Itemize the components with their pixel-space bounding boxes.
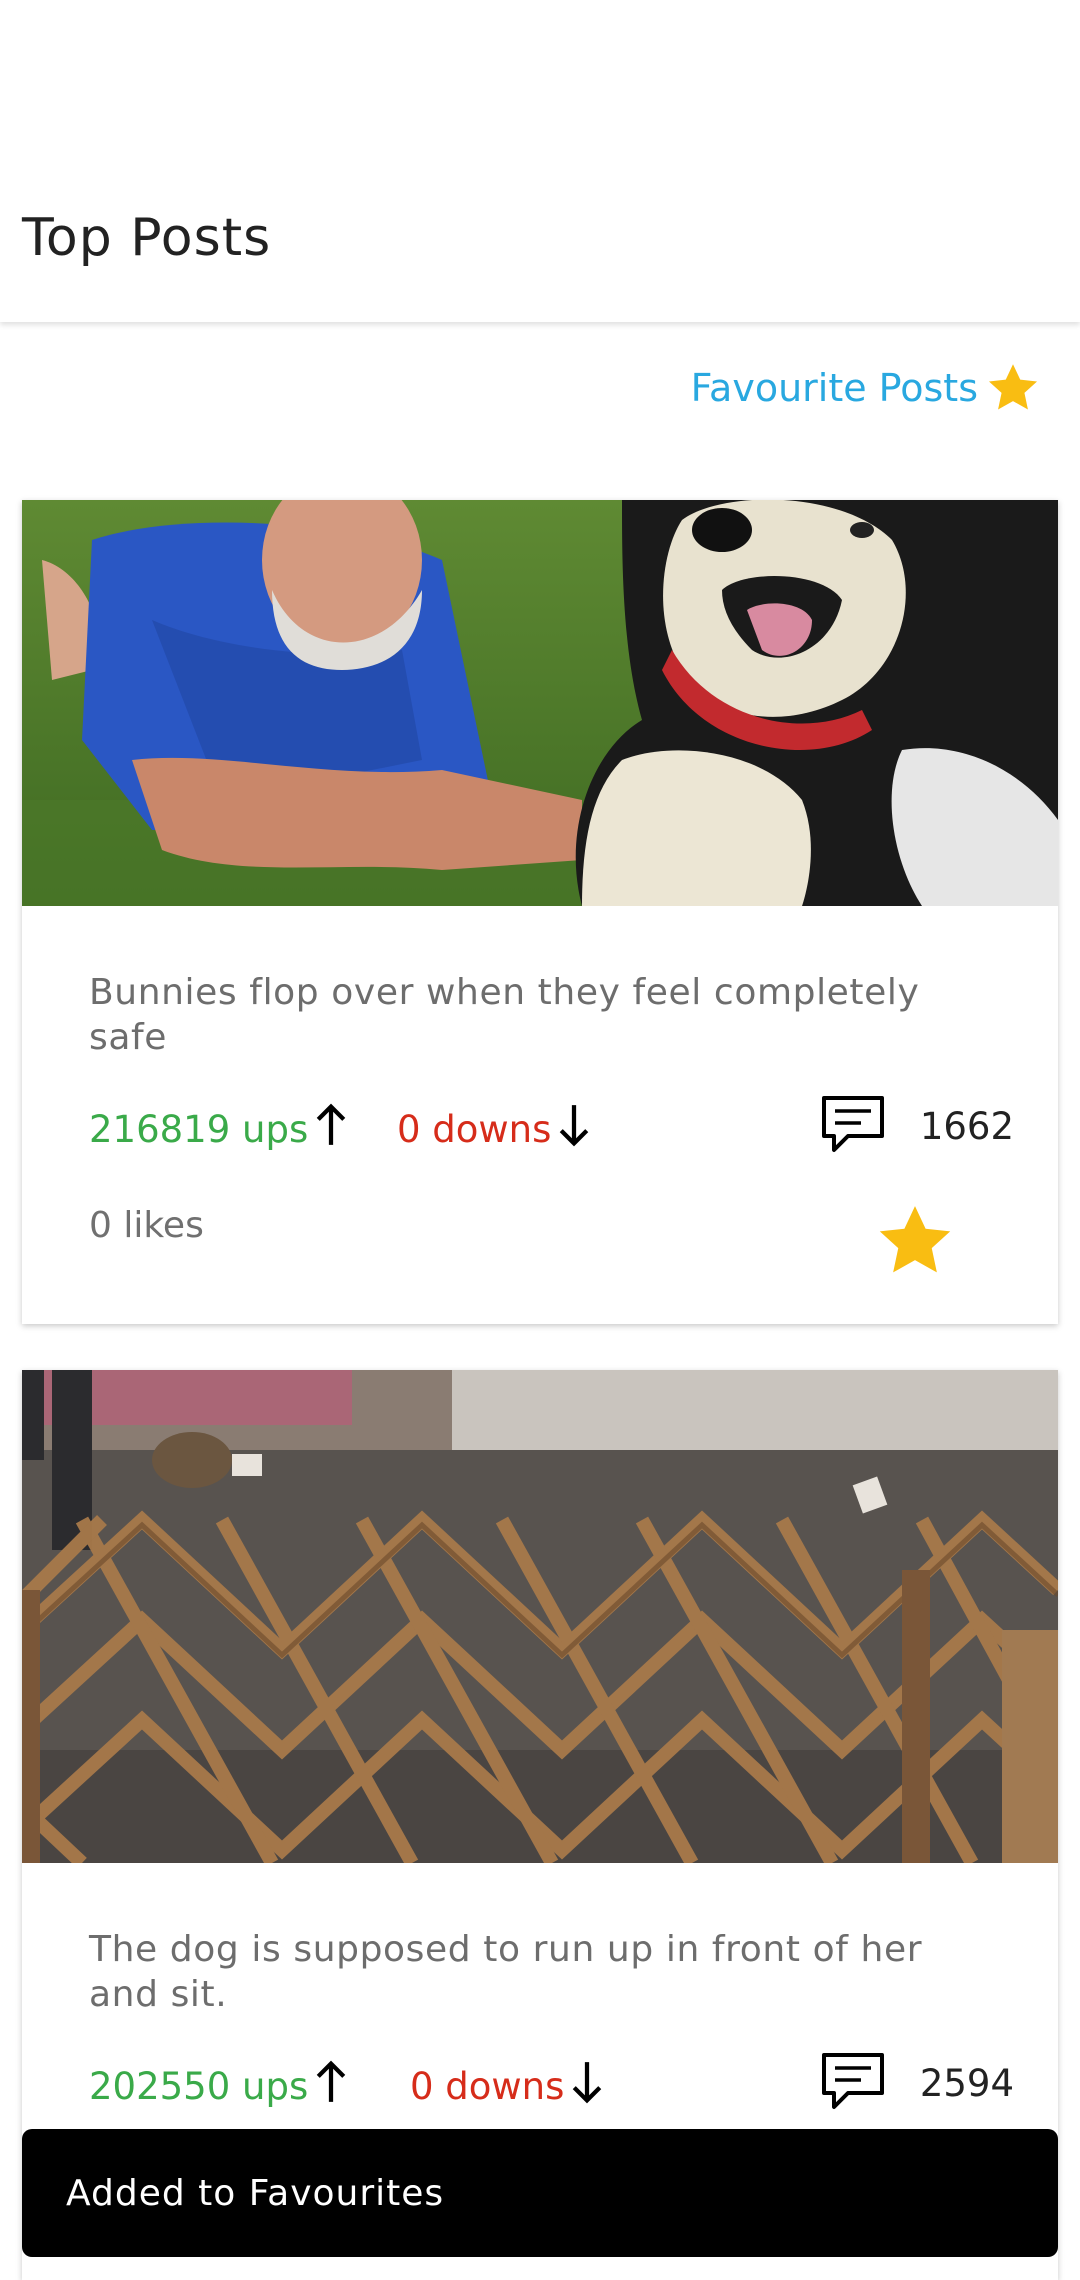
app-bar: Top Posts	[0, 0, 1080, 322]
snackbar: Added to Favourites	[22, 2129, 1058, 2257]
comments[interactable]: 1662	[820, 1094, 1014, 1158]
post-stats-row: 216819 ups 0 downs 1662	[89, 1094, 1014, 1154]
downvotes[interactable]: 0 downs	[397, 1102, 591, 1157]
upvotes[interactable]: 202550 ups	[89, 2059, 348, 2114]
page-title: Top Posts	[22, 208, 272, 268]
star-icon	[984, 360, 1042, 416]
comment-count: 2594	[919, 2061, 1014, 2105]
downvotes[interactable]: 0 downs	[410, 2059, 604, 2114]
post-image[interactable]	[22, 500, 1058, 906]
upvotes-label: 216819 ups	[89, 1108, 309, 1151]
post-title: Bunnies flop over when they feel complet…	[89, 972, 920, 1058]
post-card[interactable]: Bunnies flop over when they feel complet…	[22, 500, 1058, 1324]
post-stats-row: 202550 ups 0 downs 2594	[89, 2051, 1014, 2111]
comment-count: 1662	[919, 1104, 1014, 1148]
favourite-star-icon[interactable]	[872, 1200, 958, 1286]
snackbar-message: Added to Favourites	[66, 2172, 445, 2214]
post-image[interactable]	[22, 1370, 1058, 1863]
downvotes-label: 0 downs	[410, 2065, 565, 2108]
comment-icon	[820, 1094, 886, 1158]
post-title: The dog is supposed to run up in front o…	[89, 1929, 923, 2015]
arrow-up-icon	[314, 2059, 348, 2114]
arrow-up-icon	[314, 1102, 348, 1157]
downvotes-label: 0 downs	[397, 1108, 552, 1151]
arrow-down-icon	[557, 1102, 591, 1157]
favourite-posts-label: Favourite Posts	[690, 366, 978, 410]
upvotes[interactable]: 216819 ups	[89, 1102, 348, 1157]
comments[interactable]: 2594	[820, 2051, 1014, 2115]
comment-icon	[820, 2051, 886, 2115]
favourite-posts-button[interactable]: Favourite Posts	[691, 360, 1042, 416]
arrow-down-icon	[570, 2059, 604, 2114]
likes-count: 0 likes	[89, 1205, 204, 1246]
upvotes-label: 202550 ups	[89, 2065, 309, 2108]
